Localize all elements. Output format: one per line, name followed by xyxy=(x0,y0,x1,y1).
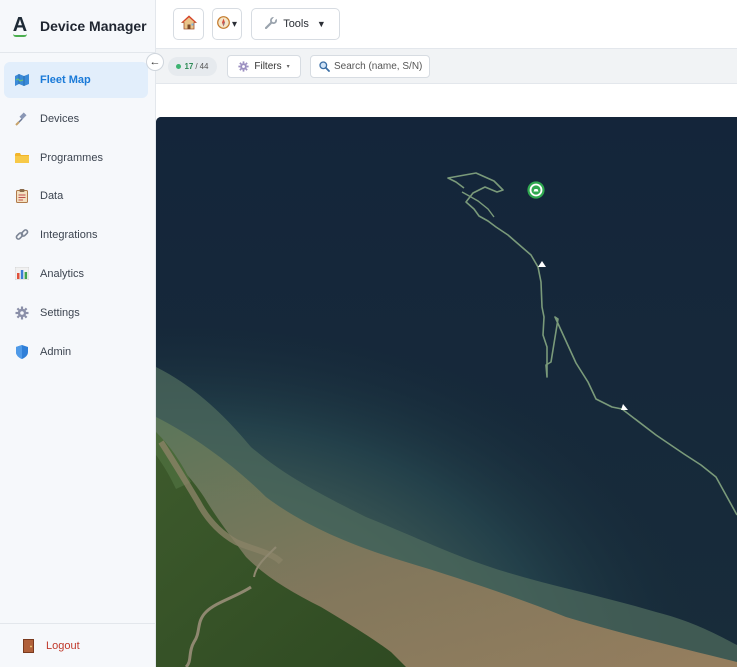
compass-dropdown[interactable]: ▾ xyxy=(212,8,242,40)
search-input[interactable] xyxy=(334,61,426,72)
tools-label: Tools xyxy=(283,18,309,30)
online-count: 17 xyxy=(184,62,194,71)
compass-icon xyxy=(217,16,230,32)
sidebar-collapse-button[interactable]: ← xyxy=(146,53,164,71)
sidebar-item-label: Programmes xyxy=(40,151,103,164)
shield-icon xyxy=(15,344,29,359)
tools-dropdown[interactable]: Tools ▼ xyxy=(251,8,340,40)
filter-bar: 17 / 44 Filters ▾ xyxy=(156,49,737,84)
door-icon xyxy=(22,638,34,653)
wrench-icon xyxy=(265,15,278,32)
count-separator: / xyxy=(195,62,198,71)
sidebar-item-integrations[interactable]: Integrations xyxy=(4,217,148,253)
filters-button[interactable]: Filters ▾ xyxy=(227,55,301,78)
logout-label: Logout xyxy=(46,639,80,652)
gear-icon xyxy=(238,61,249,72)
sidebar-item-label: Integrations xyxy=(40,229,98,242)
top-toolbar: ▾ Tools ▼ xyxy=(156,0,737,49)
status-dot-icon xyxy=(176,64,182,69)
home-icon xyxy=(180,15,197,33)
search-icon xyxy=(319,61,330,72)
sidebar-item-fleet-map[interactable]: Fleet Map xyxy=(4,62,148,98)
logout-button[interactable]: Logout xyxy=(0,623,155,667)
clipboard-icon xyxy=(15,189,29,204)
fleet-map[interactable] xyxy=(156,117,737,667)
gear-icon xyxy=(15,306,29,320)
chevron-down-icon: ▾ xyxy=(286,64,290,70)
chevron-down-icon: ▼ xyxy=(316,19,326,29)
sidebar-item-data[interactable]: Data xyxy=(4,178,148,214)
sidebar-item-label: Admin xyxy=(40,345,72,358)
filters-label: Filters xyxy=(254,61,282,72)
satellite-icon xyxy=(15,112,29,126)
brand[interactable]: A Device Manager xyxy=(0,0,155,53)
sidebar-item-analytics[interactable]: Analytics xyxy=(4,256,148,292)
app-title: Device Manager xyxy=(40,18,147,34)
arrow-left-icon: ← xyxy=(149,56,161,68)
sidebar-item-settings[interactable]: Settings xyxy=(4,295,148,331)
sidebar-item-label: Fleet Map xyxy=(40,74,91,86)
sidebar-item-label: Analytics xyxy=(40,267,85,280)
home-button[interactable] xyxy=(173,8,204,40)
search-box[interactable] xyxy=(310,55,430,78)
device-marker[interactable] xyxy=(527,181,545,199)
folder-icon xyxy=(15,151,29,165)
chevron-down-icon: ▾ xyxy=(231,18,238,30)
sidebar: A Device Manager Fleet Map Devices Progr… xyxy=(0,0,156,667)
sidebar-item-label: Devices xyxy=(40,112,80,125)
map-icon xyxy=(15,73,29,87)
app-logo: A xyxy=(12,13,28,37)
link-icon xyxy=(15,228,29,242)
sidebar-item-label: Settings xyxy=(40,306,80,319)
bar-chart-icon xyxy=(15,267,29,281)
total-count: 44 xyxy=(199,62,209,71)
online-count-badge: 17 / 44 xyxy=(168,57,217,76)
sidebar-item-admin[interactable]: Admin xyxy=(4,334,148,370)
sidebar-nav: Fleet Map Devices Programmes Data Integr… xyxy=(0,53,155,370)
sidebar-item-programmes[interactable]: Programmes xyxy=(4,140,148,176)
sidebar-item-devices[interactable]: Devices xyxy=(4,101,148,137)
sidebar-item-label: Data xyxy=(40,190,64,203)
map-canvas[interactable] xyxy=(156,117,737,667)
